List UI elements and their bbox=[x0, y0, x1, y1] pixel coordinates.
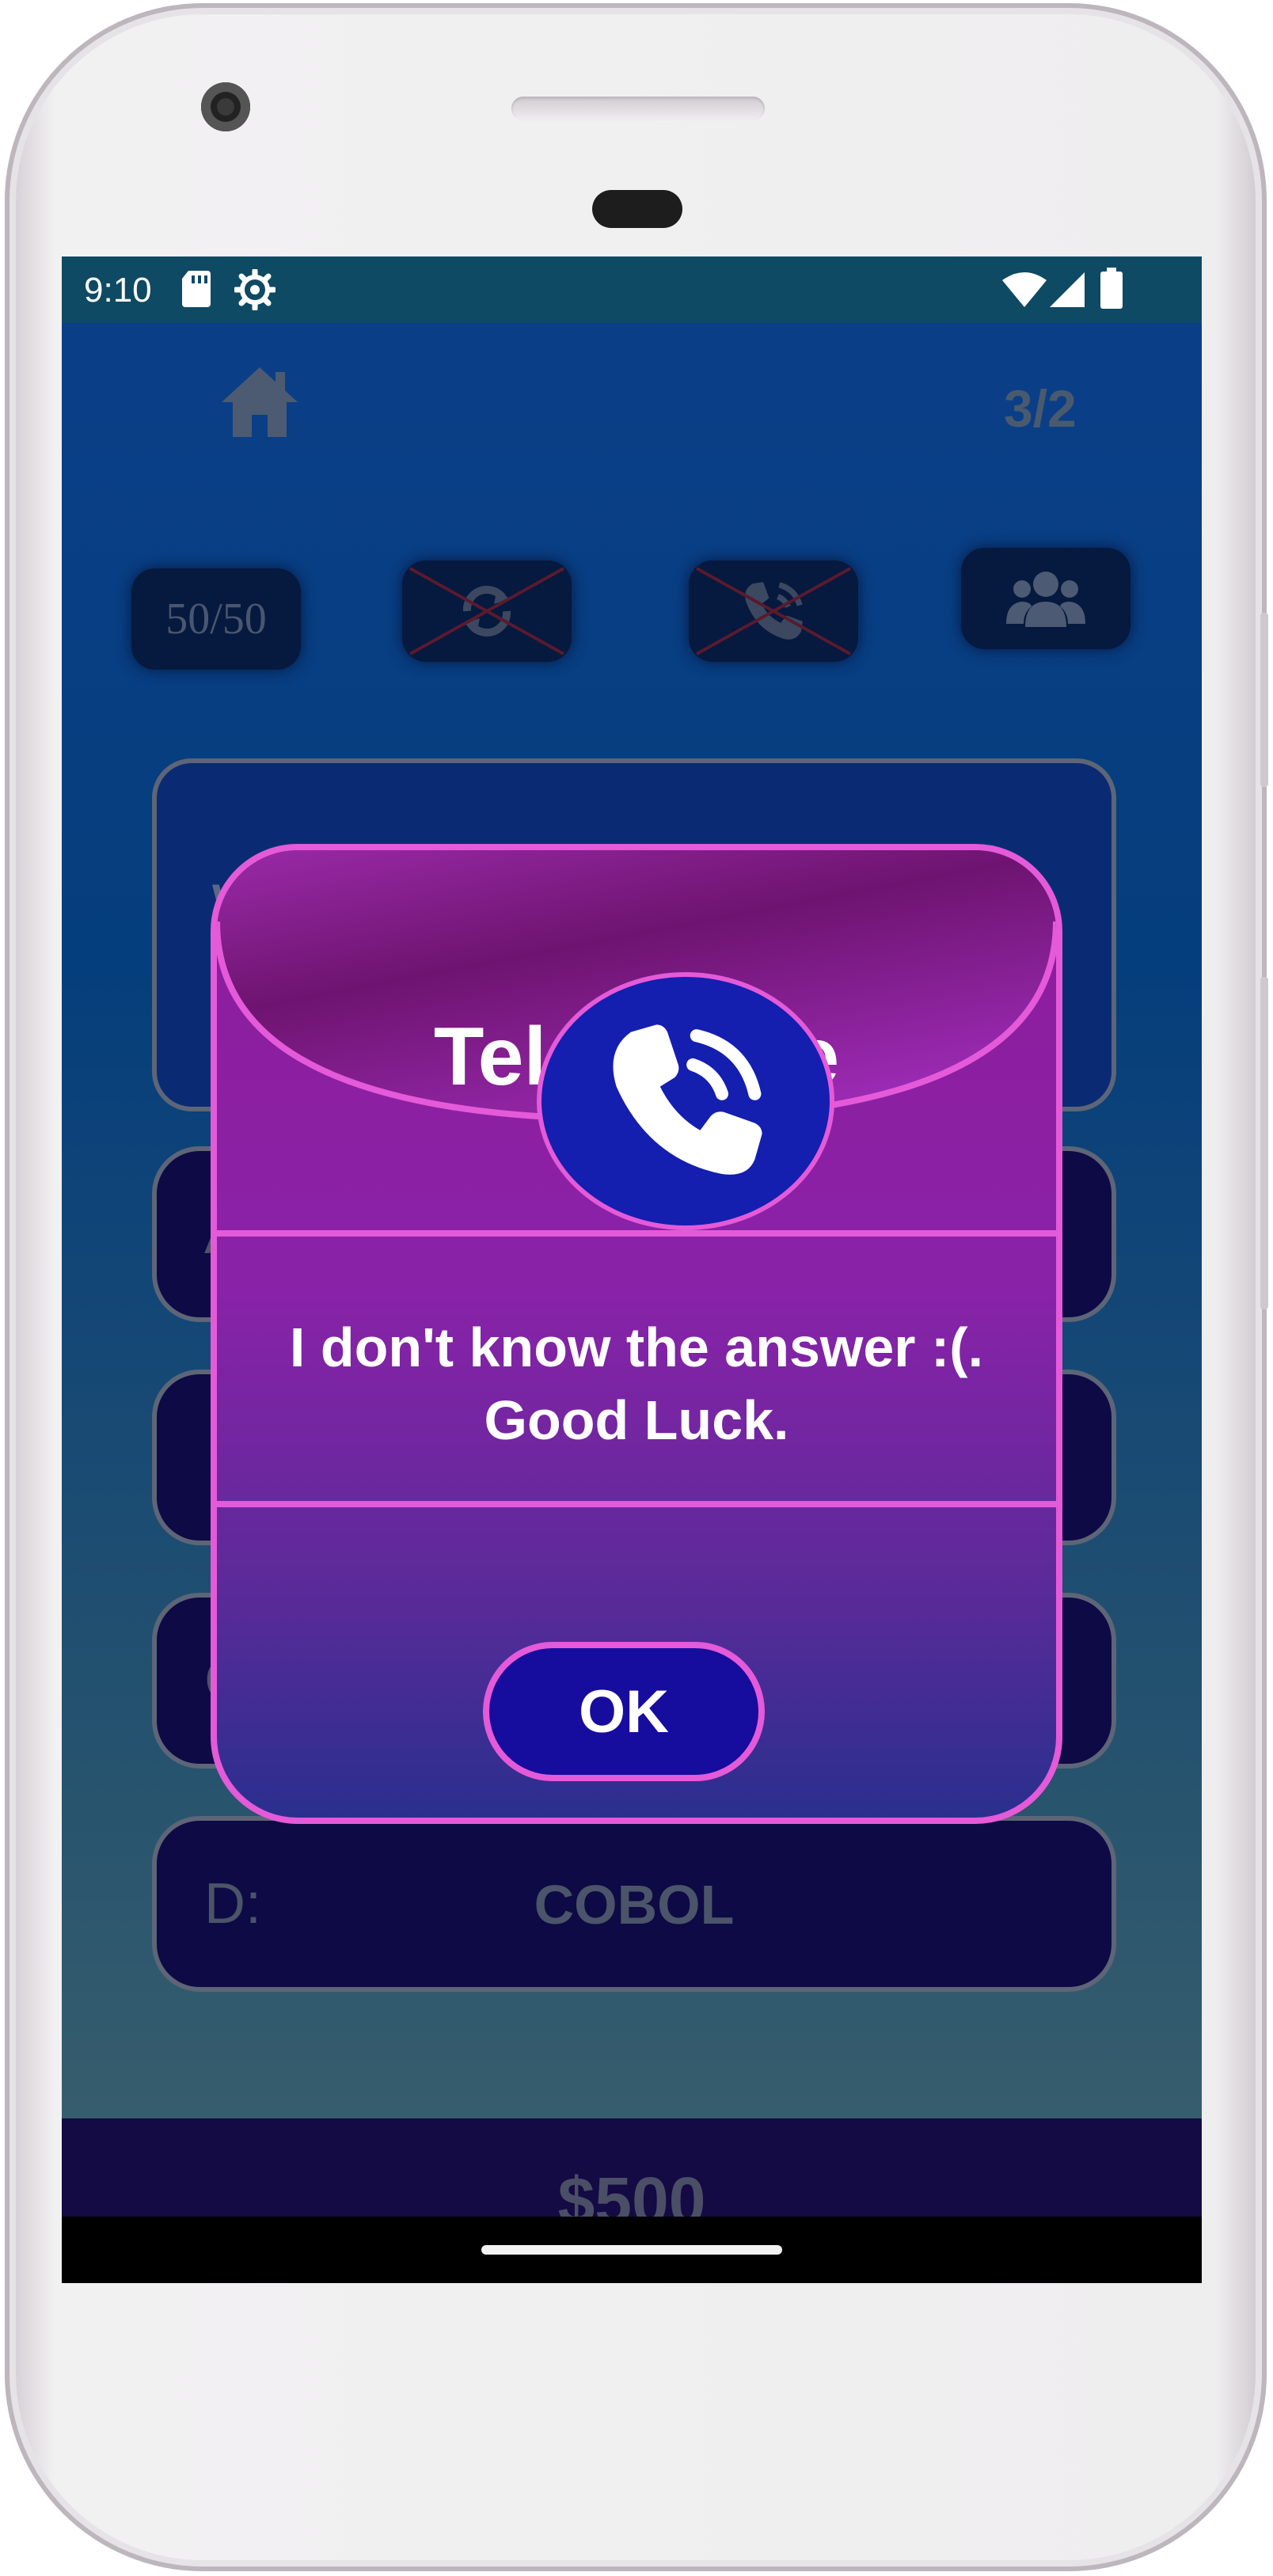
ok-button[interactable]: OK bbox=[483, 1642, 765, 1781]
status-bar: 9:10 bbox=[62, 256, 1202, 323]
dialog-message: I don't know the answer :(. Good Luck. bbox=[249, 1311, 1024, 1457]
proximity-sensor bbox=[592, 190, 682, 228]
dialog-message-line-1: I don't know the answer :(. bbox=[289, 1316, 984, 1378]
telephone-badge bbox=[537, 972, 834, 1230]
used-cross-mark bbox=[409, 567, 564, 655]
lifeline-label: 50/50 bbox=[165, 595, 267, 644]
screen: 9:10 3/2 50/50 D: COBOL $500 I don't kno… bbox=[62, 256, 1202, 2283]
power-button bbox=[1260, 977, 1268, 1309]
answer-text: COBOL bbox=[534, 1874, 735, 1936]
lifeline-phone-a-friend[interactable] bbox=[689, 560, 858, 662]
battery-icon bbox=[1100, 268, 1123, 309]
front-camera bbox=[201, 82, 250, 131]
lifeline-ask-audience[interactable] bbox=[961, 548, 1130, 649]
audience-icon bbox=[1006, 572, 1085, 627]
used-cross-mark bbox=[696, 567, 851, 655]
divider bbox=[217, 1501, 1056, 1507]
signal-icon bbox=[1050, 272, 1085, 307]
settings-gear-icon bbox=[234, 269, 276, 310]
home-icon[interactable] bbox=[218, 364, 301, 440]
sd-card-icon bbox=[182, 271, 211, 307]
home-gesture-pill[interactable] bbox=[481, 2245, 782, 2255]
level-counter: 3/2 bbox=[1004, 379, 1077, 438]
phone-call-icon bbox=[613, 1024, 762, 1175]
navigation-bar bbox=[62, 2217, 1202, 2283]
earpiece-speaker bbox=[511, 97, 765, 120]
volume-button bbox=[1260, 613, 1268, 787]
lifeline-fifty-fifty[interactable]: 50/50 bbox=[131, 568, 301, 670]
divider bbox=[217, 1230, 1056, 1237]
lifeline-swap-question[interactable] bbox=[402, 560, 572, 662]
wifi-icon bbox=[1002, 272, 1047, 307]
status-time: 9:10 bbox=[84, 271, 152, 310]
answer-d[interactable]: D: COBOL bbox=[152, 1816, 1116, 1992]
dialog-message-line-2: Good Luck. bbox=[484, 1389, 789, 1451]
